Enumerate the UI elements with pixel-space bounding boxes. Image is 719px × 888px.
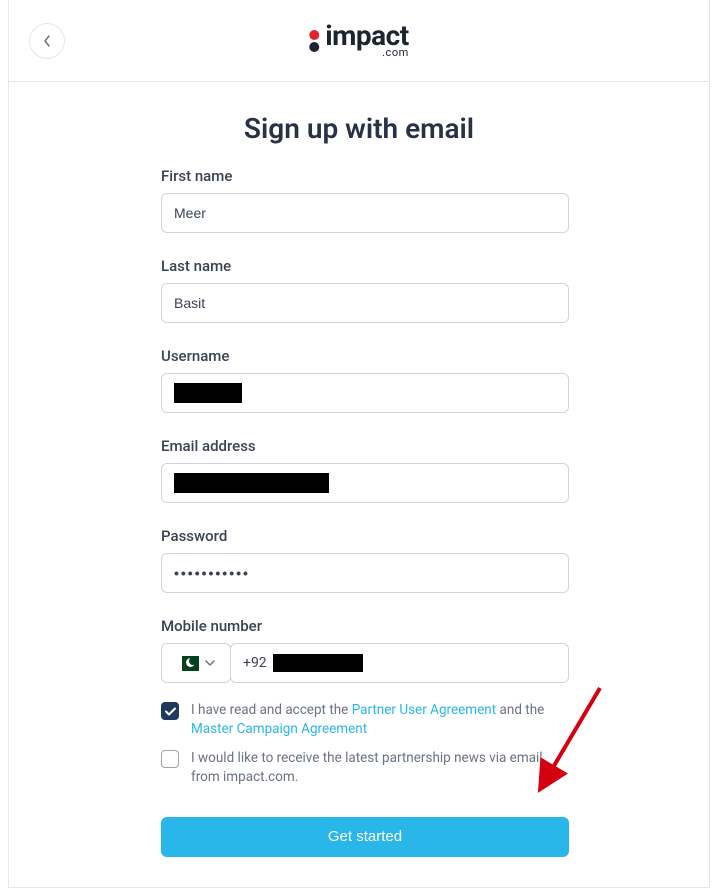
chevron-down-icon: [205, 660, 215, 666]
password-input[interactable]: [161, 553, 569, 593]
last-name-input[interactable]: [161, 283, 569, 323]
partner-agreement-link[interactable]: Partner User Agreement: [352, 702, 496, 718]
get-started-button[interactable]: Get started: [161, 817, 569, 857]
master-agreement-link[interactable]: Master Campaign Agreement: [191, 721, 367, 737]
email-label: Email address: [161, 437, 569, 455]
header: impact .com: [9, 0, 709, 82]
terms-checkbox[interactable]: [161, 702, 179, 720]
news-checkbox[interactable]: [161, 750, 179, 768]
phone-prefix: +92: [243, 655, 267, 671]
logo: impact .com: [309, 22, 408, 59]
page-title: Sign up with email: [9, 112, 709, 145]
username-label: Username: [161, 347, 569, 365]
checkmark-icon: [165, 707, 176, 716]
back-button[interactable]: [29, 23, 65, 59]
news-text: I would like to receive the latest partn…: [191, 749, 569, 787]
logo-dots-icon: [309, 30, 319, 52]
country-select[interactable]: [161, 643, 231, 683]
username-input[interactable]: [161, 373, 569, 413]
last-name-label: Last name: [161, 257, 569, 275]
flag-icon: [177, 656, 199, 671]
first-name-input[interactable]: [161, 193, 569, 233]
first-name-label: First name: [161, 167, 569, 185]
email-input[interactable]: [161, 463, 569, 503]
password-label: Password: [161, 527, 569, 545]
chevron-left-icon: [43, 35, 51, 47]
mobile-label: Mobile number: [161, 617, 569, 635]
terms-text: I have read and accept the Partner User …: [191, 701, 569, 739]
mobile-input[interactable]: +92: [230, 643, 569, 683]
